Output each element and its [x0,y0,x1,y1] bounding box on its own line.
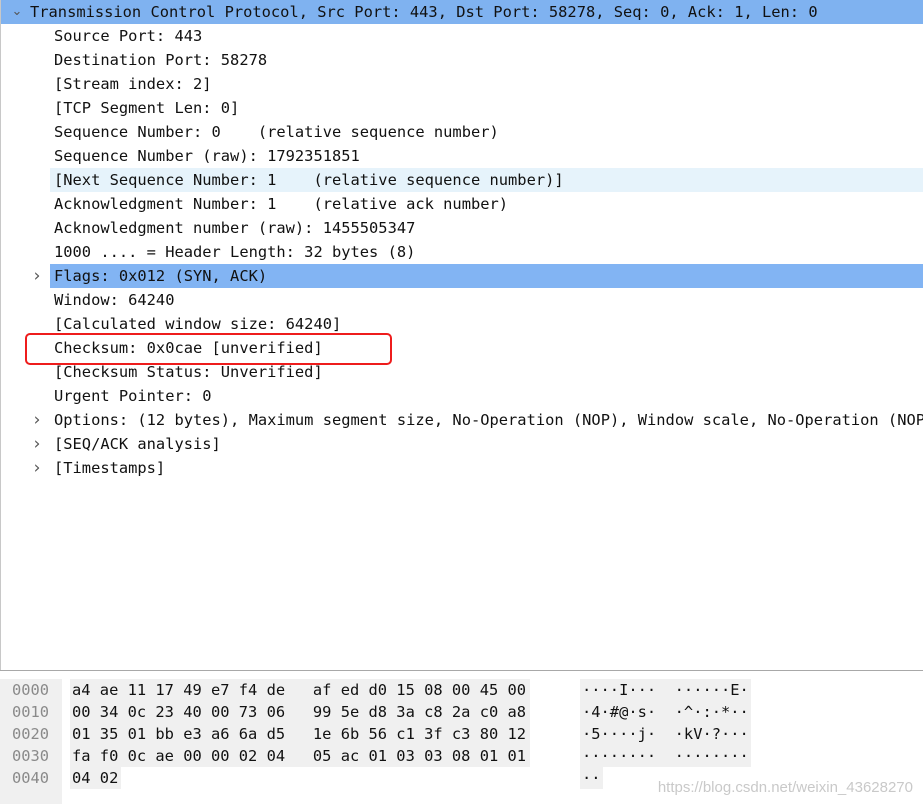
tree-field-label: [Stream index: 2] [54,75,212,93]
tree-field-row[interactable]: Acknowledgment Number: 1 (relative ack n… [0,192,923,216]
tree-field-row[interactable]: › Flags: 0x012 (SYN, ACK) [34,264,923,288]
ascii-bytes[interactable]: ·5····j· ·kV·?··· [582,723,749,745]
tree-field-label: Acknowledgment number (raw): 1455505347 [54,219,416,237]
watermark: https://blog.csdn.net/weixin_43628270 [657,779,913,796]
tree-field-label: Flags: 0x012 (SYN, ACK) [54,267,268,285]
tree-field-label: [TCP Segment Len: 0] [54,99,240,117]
byte-offset: 0030 [12,747,50,765]
tree-field-label: [Calculated window size: 64240] [54,315,342,333]
ascii-bytes[interactable]: ········ ········ [582,745,749,767]
hex-bytes[interactable]: 04 02 [72,767,118,789]
tree-field-label: [SEQ/ACK analysis] [54,435,221,453]
tree-field-label: Urgent Pointer: 0 [54,387,212,405]
tree-field-label: Sequence Number: 0 (relative sequence nu… [54,123,499,141]
tree-field-row[interactable]: [TCP Segment Len: 0] [0,96,923,120]
tree-field-label: Checksum: 0x0cae [unverified] [54,339,323,357]
chevron-right-icon[interactable]: › [30,432,44,456]
tree-field-label: Destination Port: 58278 [54,51,268,69]
ascii-bytes[interactable]: ····I··· ······E· [582,679,749,701]
tree-field-label: [Timestamps] [54,459,166,477]
packet-details-tree[interactable]: ⌄ Transmission Control Protocol, Src Por… [0,0,923,670]
tree-field-row[interactable]: 1000 .... = Header Length: 32 bytes (8) [0,240,923,264]
tree-field-row[interactable]: [Calculated window size: 64240] [0,312,923,336]
hex-bytes[interactable]: a4 ae 11 17 49 e7 f4 de af ed d0 15 08 0… [72,679,526,701]
hex-bytes[interactable]: 01 35 01 bb e3 a6 6a d5 1e 6b 56 c1 3f c… [72,723,526,745]
tree-field-row[interactable]: Urgent Pointer: 0 [0,384,923,408]
tree-field-label: Source Port: 443 [54,27,203,45]
tree-field-row[interactable]: Sequence Number (raw): 1792351851 [0,144,923,168]
tree-field-row[interactable]: Window: 64240 [0,288,923,312]
tree-field-row[interactable]: › Options: (12 bytes), Maximum segment si… [0,408,923,432]
tree-field-label: 1000 .... = Header Length: 32 bytes (8) [54,243,416,261]
pane-border [0,0,1,670]
chevron-right-icon[interactable]: › [30,408,44,432]
tree-field-label: Sequence Number (raw): 1792351851 [54,147,360,165]
tree-field-row[interactable]: Source Port: 443 [0,24,923,48]
hex-bytes[interactable]: fa f0 0c ae 00 00 02 04 05 ac 01 03 03 0… [72,745,526,767]
chevron-right-icon[interactable]: › [30,456,44,480]
tree-field-row[interactable]: Acknowledgment number (raw): 1455505347 [0,216,923,240]
byte-offset: 0010 [12,703,50,721]
tree-field-row[interactable]: [Next Sequence Number: 1 (relative seque… [50,168,923,192]
byte-offset: 0000 [12,681,50,699]
ascii-bytes[interactable]: ·4·#@·s· ·^·:·*·· [582,701,749,723]
tree-root-label: Transmission Control Protocol, Src Port:… [30,3,818,21]
tree-field-row[interactable]: › [SEQ/ACK analysis] [0,432,923,456]
hex-bytes[interactable]: 00 34 0c 23 40 00 73 06 99 5e d8 3a c8 2… [72,701,526,723]
tree-field-label: Options: (12 bytes), Maximum segment siz… [54,411,923,429]
byte-offset: 0020 [12,725,50,743]
tree-field-label: Window: 64240 [54,291,175,309]
tree-field-label: [Checksum Status: Unverified] [54,363,323,381]
byte-offset: 0040 [12,769,50,787]
tree-field-row[interactable]: Sequence Number: 0 (relative sequence nu… [0,120,923,144]
tree-field-row[interactable]: [Checksum Status: Unverified] [0,360,923,384]
tree-field-row[interactable]: Destination Port: 58278 [0,48,923,72]
ascii-bytes[interactable]: ·· [582,767,601,789]
tree-root-tcp[interactable]: ⌄ Transmission Control Protocol, Src Por… [0,0,923,24]
tree-field-row[interactable]: › [Timestamps] [0,456,923,480]
tree-field-label: Acknowledgment Number: 1 (relative ack n… [54,195,509,213]
tree-field-row[interactable]: [Stream index: 2] [0,72,923,96]
chevron-right-icon[interactable]: › [30,264,44,288]
chevron-down-icon[interactable]: ⌄ [10,0,24,24]
tree-field-row[interactable]: Checksum: 0x0cae [unverified] [0,336,923,360]
tree-field-label: [Next Sequence Number: 1 (relative seque… [54,171,564,189]
